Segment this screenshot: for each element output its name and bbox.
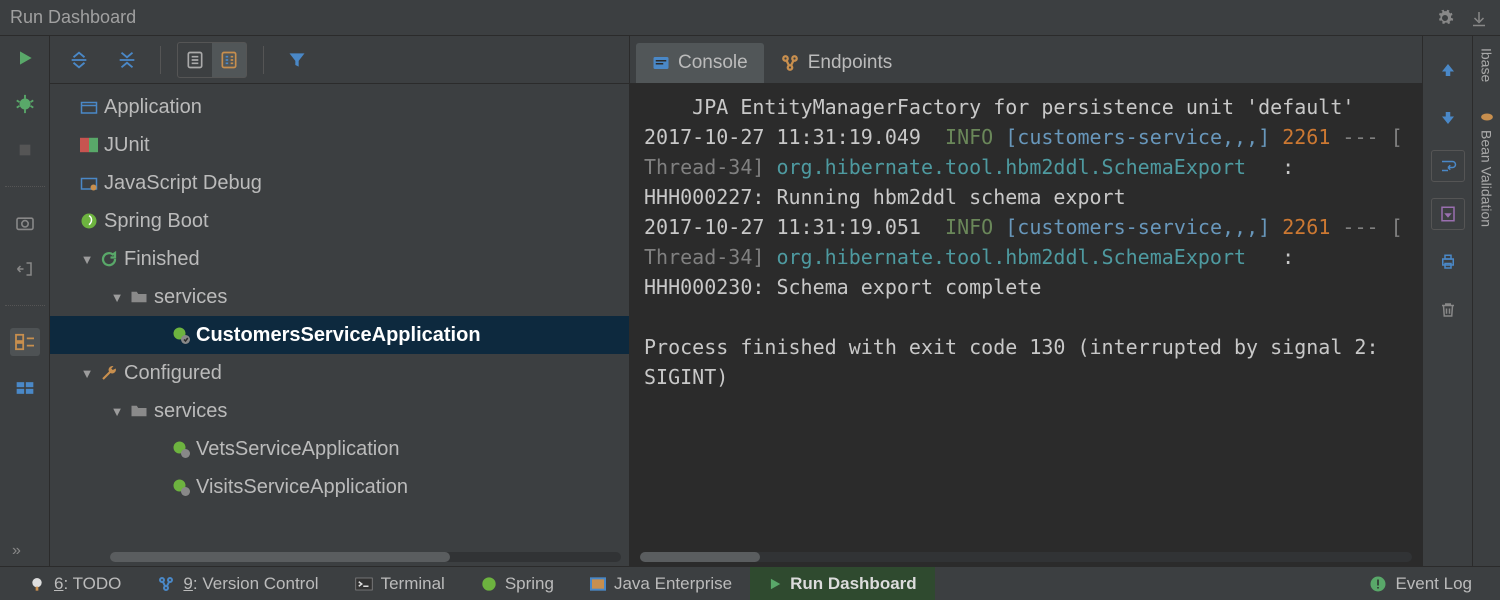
tree-label: Finished [122, 248, 200, 271]
chevron-down-icon: ▼ [78, 252, 96, 267]
tree-view-icon[interactable] [212, 43, 246, 77]
exit-icon[interactable] [10, 255, 40, 283]
spring-icon [76, 212, 102, 230]
left-action-column: » [0, 36, 50, 566]
restart-icon [96, 250, 122, 268]
tree-toolbar [50, 36, 629, 84]
tree-item-configured[interactable]: ▼ Configured [50, 354, 629, 392]
endpoints-icon [780, 54, 800, 72]
run-button[interactable] [10, 44, 40, 72]
arrow-up-icon[interactable] [1431, 54, 1465, 86]
sb-run-dashboard[interactable]: Run Dashboard [750, 567, 935, 600]
tree-hscrollbar[interactable] [110, 552, 621, 562]
tree-item-finished[interactable]: ▼ Finished [50, 240, 629, 278]
package-icon [76, 99, 102, 115]
sb-todo[interactable]: 6: TODO [10, 567, 139, 600]
tree-item-jsdebug[interactable]: JavaScript Debug [50, 164, 629, 202]
tree-label: CustomersServiceApplication [194, 324, 481, 347]
notification-icon [1369, 575, 1387, 593]
folder-icon [126, 404, 152, 418]
branch-icon [157, 576, 175, 592]
tree-item-customers-app[interactable]: CustomersServiceApplication [50, 316, 629, 354]
collapse-all-icon[interactable] [110, 43, 144, 77]
spring-run-icon [168, 326, 194, 344]
junit-icon [76, 137, 102, 153]
tree-label: Spring Boot [102, 210, 209, 233]
print-icon[interactable] [1431, 246, 1465, 278]
javaee-icon [590, 577, 606, 591]
bean-icon [1480, 110, 1494, 124]
trash-icon[interactable] [1431, 294, 1465, 326]
overflow-icon[interactable]: » [12, 542, 23, 560]
tree-item-application[interactable]: Application [50, 88, 629, 126]
expand-all-icon[interactable] [62, 43, 96, 77]
chevron-down-icon: ▼ [108, 290, 126, 305]
tree-label: Configured [122, 362, 222, 385]
run-config-tree-pane: Application JUnit JavaScript Debug Sprin… [50, 36, 630, 566]
console-hscrollbar[interactable] [640, 552, 1412, 562]
folder-icon [126, 290, 152, 304]
gear-icon[interactable] [1434, 7, 1456, 29]
tree-item-junit[interactable]: JUnit [50, 126, 629, 164]
tree-item-services-finished[interactable]: ▼ services [50, 278, 629, 316]
spring-run-icon [168, 440, 194, 458]
tree-label: JavaScript Debug [102, 172, 262, 195]
tree-label: VetsServiceApplication [194, 438, 399, 461]
stack-icon[interactable] [10, 374, 40, 402]
filter-icon[interactable] [280, 43, 314, 77]
sb-terminal[interactable]: Terminal [337, 567, 463, 600]
tree-item-vets-app[interactable]: VetsServiceApplication [50, 430, 629, 468]
spring-run-icon [168, 478, 194, 496]
tree-label: services [152, 286, 227, 309]
tree-item-services-configured[interactable]: ▼ services [50, 392, 629, 430]
play-icon [768, 577, 782, 591]
tree-label: JUnit [102, 134, 150, 157]
debug-icon[interactable] [10, 90, 40, 118]
tab-label: Console [678, 52, 748, 74]
tree-item-springboot[interactable]: Spring Boot [50, 202, 629, 240]
tab-console[interactable]: Console [636, 43, 764, 83]
camera-icon[interactable] [10, 209, 40, 237]
console-tabs: Console Endpoints [630, 36, 1422, 84]
tree-label: Application [102, 96, 202, 119]
console-output[interactable]: JPA EntityManagerFactory for persistence… [630, 84, 1422, 552]
sidetab-ibase[interactable]: Ibase [1479, 44, 1495, 86]
run-config-tree[interactable]: Application JUnit JavaScript Debug Sprin… [50, 84, 629, 552]
tree-label: VisitsServiceApplication [194, 476, 408, 499]
view-mode-group [177, 42, 247, 78]
tab-endpoints[interactable]: Endpoints [764, 43, 909, 83]
sb-event-log[interactable]: Event Log [1351, 567, 1490, 600]
sidetab-bean-validation[interactable]: Bean Validation [1479, 106, 1495, 231]
console-icon [652, 55, 670, 71]
sb-spring[interactable]: Spring [463, 567, 572, 600]
todo-icon [28, 576, 46, 592]
jsdebug-icon [76, 175, 102, 191]
stop-icon[interactable] [10, 136, 40, 164]
layout-icon[interactable] [10, 328, 40, 356]
chevron-down-icon: ▼ [108, 404, 126, 419]
wrench-icon [96, 364, 122, 382]
console-pane: Console Endpoints JPA EntityManagerFacto… [630, 36, 1422, 566]
window-title: Run Dashboard [10, 7, 136, 28]
statusbar: 6: TODO 9: Version Control Terminal Spri… [0, 566, 1500, 600]
soft-wrap-icon[interactable] [1431, 150, 1465, 182]
terminal-icon [355, 577, 373, 591]
right-action-column [1422, 36, 1472, 566]
list-view-icon[interactable] [178, 43, 212, 77]
titlebar: Run Dashboard [0, 0, 1500, 36]
tab-label: Endpoints [808, 52, 893, 74]
arrow-down-icon[interactable] [1431, 102, 1465, 134]
sb-javaee[interactable]: Java Enterprise [572, 567, 750, 600]
hide-icon[interactable] [1468, 7, 1490, 29]
chevron-down-icon: ▼ [78, 366, 96, 381]
spring-icon [481, 576, 497, 592]
tree-label: services [152, 400, 227, 423]
right-side-tabs: Ibase Bean Validation [1472, 36, 1500, 566]
tree-item-visits-app[interactable]: VisitsServiceApplication [50, 468, 629, 506]
sb-vcs[interactable]: 9: Version Control [139, 567, 336, 600]
scroll-to-end-icon[interactable] [1431, 198, 1465, 230]
